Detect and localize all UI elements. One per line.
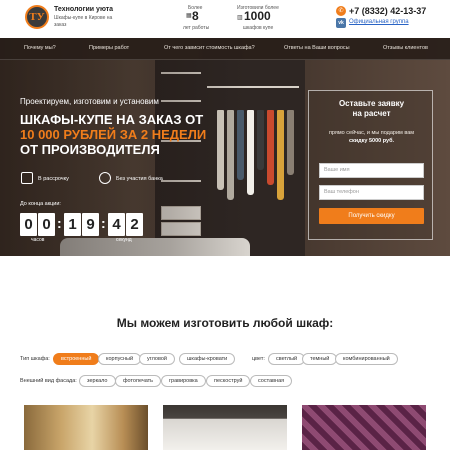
filter-color-dark[interactable]: темный [302,353,338,365]
hero-title-line2: 10 000 рублей за 2 недели [20,127,207,142]
timer-digit: 0 [20,213,37,236]
main-nav: Почему мы? Примеры работ От чего зависит… [0,38,450,60]
feature-no-bank: Без участия банка [116,176,163,182]
filter-facade-sandblast[interactable]: пескоструй [206,375,251,387]
nav-item-reviews[interactable]: Отзывы клиентов [383,45,428,51]
filter-type-builtin[interactable]: встроенный [53,353,100,365]
color-label: цвет: [252,356,265,362]
timer-colon: : [101,215,106,231]
wardrobe-icon: ▥ [237,15,243,21]
form-title-line1: Оставьте заявку [338,99,405,108]
form-title: Оставьте заявку на расчет [309,99,434,119]
type-label: Тип шкафа: [20,356,50,362]
stat-wardrobes-number: 1000 [244,9,271,23]
wardrobe-photo-white[interactable] [163,405,287,450]
nav-item-faq[interactable]: Ответы на Ваши вопросы [284,45,350,51]
timer-digit: 4 [108,213,125,236]
hero-title: Шкафы-купе на заказ от 10 000 рублей за … [20,112,206,157]
timer-digit: 2 [126,213,143,236]
form-note-discount: скидку 5000 руб. [348,138,395,144]
name-input[interactable]: Ваше имя [319,163,424,178]
phone-icon: ✆ [336,6,346,16]
timer-digit: 1 [64,213,81,236]
stat-wardrobes-suffix: шкафов купе [243,25,274,31]
vk-group-link[interactable]: Официальная группа [349,19,409,25]
filter-type-bed[interactable]: шкафы-кровати [179,353,236,365]
phone-number[interactable]: +7 (8332) 42-13-37 [349,6,426,16]
calendar-icon [21,172,33,184]
company-logo[interactable]: ТУ [25,5,49,29]
stat-years-number: 8 [192,9,199,23]
wardrobe-photo-pattern[interactable] [302,405,426,450]
piggy-bank-icon [99,172,111,184]
wardrobe-photo-mirror[interactable] [24,405,148,450]
feature-installment: В рассрочку [38,176,69,182]
timer-seconds-label: секунд [116,237,132,243]
calendar-icon: ▦ [186,13,192,19]
hero-subtitle: Проектируем, изготовим и установим [20,97,159,106]
request-form: Оставьте заявку на расчет прямо сейчас, … [308,90,433,240]
filter-facade-mirror[interactable]: зеркало [79,375,116,387]
get-discount-button[interactable]: Получить скидку [319,208,424,224]
brand-name: Технологии уюта [54,6,114,13]
site-header: ТУ Технологии уюта Шкафы-купе в Кирове н… [0,0,450,38]
filter-facade-photo[interactable]: фотопечать [115,375,162,387]
timer-hours-label: часов [31,237,45,243]
nav-item-examples[interactable]: Примеры работ [89,45,129,51]
phone-input[interactable]: Ваш телефон [319,185,424,200]
filter-color-light[interactable]: светлый [268,353,306,365]
section-title: Мы можем изготовить любой шкаф: [116,316,334,330]
filter-facade-engraving[interactable]: гравировка [161,375,206,387]
form-note: прямо сейчас, и мы подарим вам скидку 50… [309,129,434,145]
timer-digit: 9 [82,213,99,236]
filter-color-combined[interactable]: комбинированный [335,353,398,365]
filter-facade-composite[interactable]: составная [250,375,293,387]
vk-icon[interactable]: vk [336,18,346,28]
nav-item-why-us[interactable]: Почему мы? [24,45,56,51]
stat-years-suffix: лет работы [183,25,210,31]
filter-type-cabinet[interactable]: корпусный [98,353,142,365]
timer-label: До конца акции: [20,201,61,207]
form-note-line1: прямо сейчас, и мы подарим вам [328,130,415,136]
form-title-line2: на расчет [352,109,391,118]
brand-tagline: Шкафы-купе в Кирове на заказ [54,15,113,28]
timer-digit: 0 [38,213,55,236]
filter-type-corner[interactable]: угловой [139,353,175,365]
timer-colon: : [57,215,62,231]
facade-label: Внешний вид фасада: [20,378,77,384]
hero-title-line3: от производителя [20,142,160,157]
nav-item-pricing[interactable]: От чего зависит стоимость шкафа? [164,45,255,51]
hero-title-line1: Шкафы-купе на заказ от [20,112,204,127]
